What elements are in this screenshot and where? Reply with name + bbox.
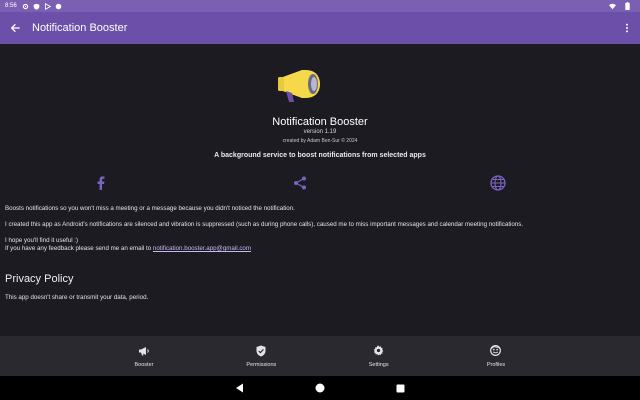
privacy-policy-text: This app doesn't share or transmit your … xyxy=(5,294,149,301)
system-navigation-bar xyxy=(0,376,640,400)
system-home-icon[interactable] xyxy=(313,381,327,395)
nav-label-profiles: Profiles xyxy=(486,361,506,368)
app-bar-title: Notification Booster xyxy=(32,22,128,34)
app-tagline: A background service to boost notificati… xyxy=(214,152,426,159)
about-content: Notification Booster version 1.19 create… xyxy=(0,44,640,336)
record-status-icon xyxy=(55,3,62,10)
system-back-icon[interactable] xyxy=(232,381,246,395)
app-created-by: created by Adam Ben-Sur © 2024 xyxy=(282,138,358,144)
status-bar: 8:56 xyxy=(0,0,640,12)
privacy-policy-title: Privacy Policy xyxy=(5,273,74,285)
nav-item-permissions[interactable]: Permissions xyxy=(231,336,291,376)
description-paragraph: Boosts notifications so you won't miss a… xyxy=(5,205,295,212)
facebook-icon[interactable] xyxy=(92,174,110,192)
globe-icon[interactable] xyxy=(489,174,507,192)
shield-check-icon xyxy=(254,345,268,357)
hope-paragraph: I hope you'll find it useful :) xyxy=(5,237,79,244)
megaphone-icon xyxy=(137,345,151,357)
share-icon[interactable] xyxy=(291,174,309,192)
battery-icon xyxy=(624,2,631,10)
app-bar: Notification Booster xyxy=(0,12,640,44)
nav-item-booster[interactable]: Booster xyxy=(114,336,174,376)
back-arrow-icon[interactable] xyxy=(6,19,24,37)
bottom-navigation: Booster Permissions Settings Profiles xyxy=(0,336,640,376)
system-recents-icon[interactable] xyxy=(393,381,407,395)
nav-label-settings: Settings xyxy=(368,361,389,368)
play-store-status-icon xyxy=(44,2,51,10)
gear-status-icon xyxy=(22,3,29,10)
nav-label-booster: Booster xyxy=(134,361,154,368)
status-time: 8:56 xyxy=(5,3,17,9)
gear-icon xyxy=(372,345,386,357)
app-name: Notification Booster xyxy=(272,116,368,128)
feedback-paragraph: If you have any feedback please send me … xyxy=(5,245,251,252)
app-version: version 1.19 xyxy=(303,129,337,135)
nav-item-profiles[interactable]: Profiles xyxy=(466,336,526,376)
face-icon xyxy=(489,345,503,357)
feedback-text: If you have any feedback please send me … xyxy=(5,245,153,252)
motivation-paragraph: I created this app as Android's notifica… xyxy=(5,221,524,228)
nav-label-permissions: Permissions xyxy=(246,361,277,368)
app-logo-megaphone-icon xyxy=(276,64,324,104)
nav-item-settings[interactable]: Settings xyxy=(349,336,409,376)
more-vert-icon[interactable] xyxy=(620,19,634,37)
shield-status-icon xyxy=(33,3,40,10)
wifi-icon xyxy=(609,3,616,10)
feedback-email-link[interactable]: notification.booster.app@gmail.com xyxy=(153,245,251,252)
